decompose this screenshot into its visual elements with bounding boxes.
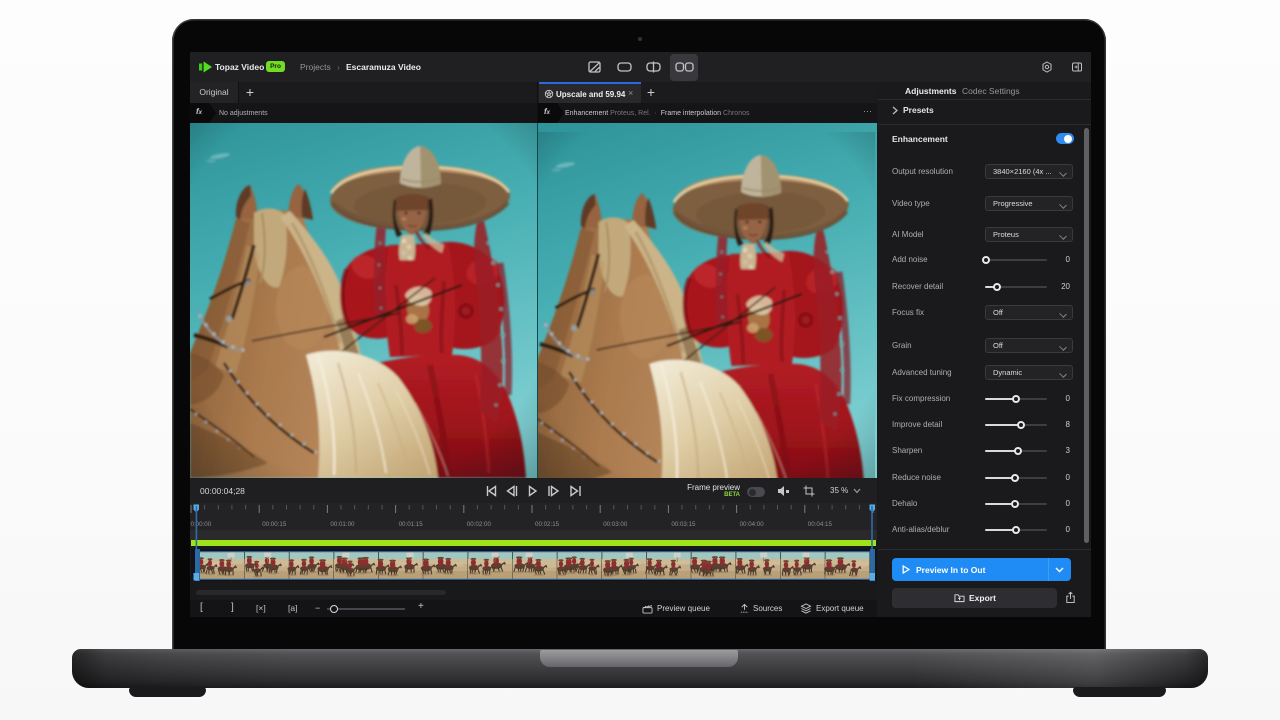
svg-text:00:04:15: 00:04:15 [808,521,833,528]
svg-text:00:01:15: 00:01:15 [399,521,424,528]
svg-text:00:01:00: 00:01:00 [330,521,355,528]
svg-text:00:00:15: 00:00:15 [262,521,287,528]
svg-text:00:02:00: 00:02:00 [467,521,492,528]
svg-text:00:04:00: 00:04:00 [740,521,765,528]
svg-text:00:03:00: 00:03:00 [603,521,628,528]
svg-text:00:02:15: 00:02:15 [535,521,560,528]
svg-text:00:03:15: 00:03:15 [671,521,696,528]
